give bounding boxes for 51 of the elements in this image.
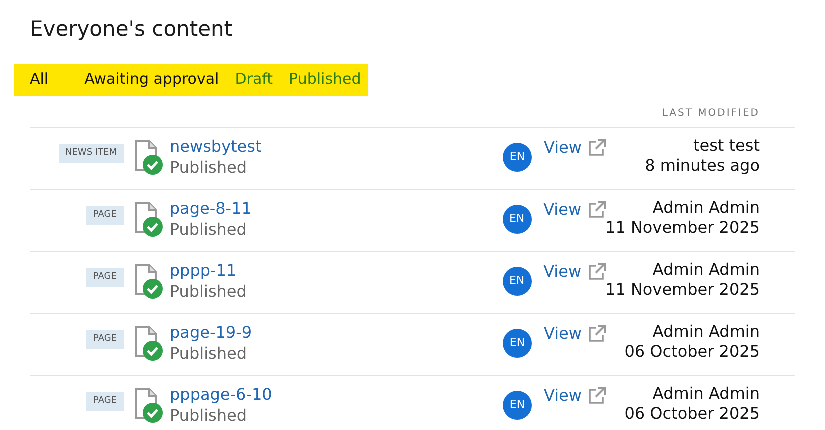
view-link[interactable]: View: [544, 384, 582, 408]
published-page-icon: [134, 202, 164, 238]
view-link[interactable]: View: [544, 260, 582, 284]
type-badge: PAGE: [86, 206, 124, 225]
author-name: test test: [693, 136, 760, 156]
modified-date: 8 minutes ago: [645, 156, 760, 176]
external-link-icon: [588, 324, 606, 342]
filter-link[interactable]: Published: [289, 68, 362, 91]
filter-link[interactable]: Awaiting approval: [84, 68, 220, 91]
locale-badge: EN: [503, 390, 532, 420]
view-link[interactable]: View: [544, 198, 582, 222]
content-title-link[interactable]: newsbytest: [170, 136, 262, 156]
content-title-link[interactable]: pppage-6-10: [170, 384, 272, 404]
status-text: Published: [170, 280, 248, 302]
status-text: Published: [170, 404, 248, 426]
external-link-icon: [588, 200, 606, 218]
status-text: Published: [170, 218, 248, 240]
modified-date: 06 October 2025: [624, 342, 760, 362]
author-name: Admin Admin: [652, 384, 760, 404]
modified-date: 11 November 2025: [606, 218, 760, 238]
type-badge: NEWS ITEM: [58, 144, 124, 163]
page-title: Everyone's content: [30, 17, 233, 41]
view-link[interactable]: View: [544, 136, 582, 160]
external-link-icon: [588, 386, 606, 404]
published-page-icon: [134, 264, 164, 300]
view-link[interactable]: View: [544, 322, 582, 346]
author-name: Admin Admin: [652, 198, 760, 218]
published-page-icon: [134, 140, 164, 176]
column-header: LAST MODIFIED: [662, 106, 760, 120]
type-badge: PAGE: [86, 392, 124, 411]
content-title-link[interactable]: page-19-9: [170, 322, 252, 342]
modified-date: 11 November 2025: [606, 280, 760, 300]
filter-link[interactable]: Draft: [235, 68, 274, 91]
modified-date: 06 October 2025: [624, 404, 760, 424]
published-page-icon: [134, 388, 164, 424]
status-text: Published: [170, 156, 248, 178]
author-name: Admin Admin: [652, 260, 760, 280]
locale-badge: EN: [503, 328, 532, 358]
type-badge: PAGE: [86, 268, 124, 287]
status-text: Published: [170, 342, 248, 364]
content-title-link[interactable]: pppp-11: [170, 260, 237, 280]
published-page-icon: [134, 326, 164, 362]
locale-badge: EN: [502, 204, 532, 234]
external-link-icon: [588, 138, 606, 156]
type-badge: PAGE: [86, 330, 124, 349]
author-name: Admin Admin: [652, 322, 760, 342]
content-title-link[interactable]: page-8-11: [170, 198, 252, 218]
locale-badge: EN: [503, 142, 532, 172]
external-link-icon: [588, 262, 606, 280]
filter-link[interactable]: All: [30, 68, 49, 91]
locale-badge: EN: [502, 266, 532, 296]
